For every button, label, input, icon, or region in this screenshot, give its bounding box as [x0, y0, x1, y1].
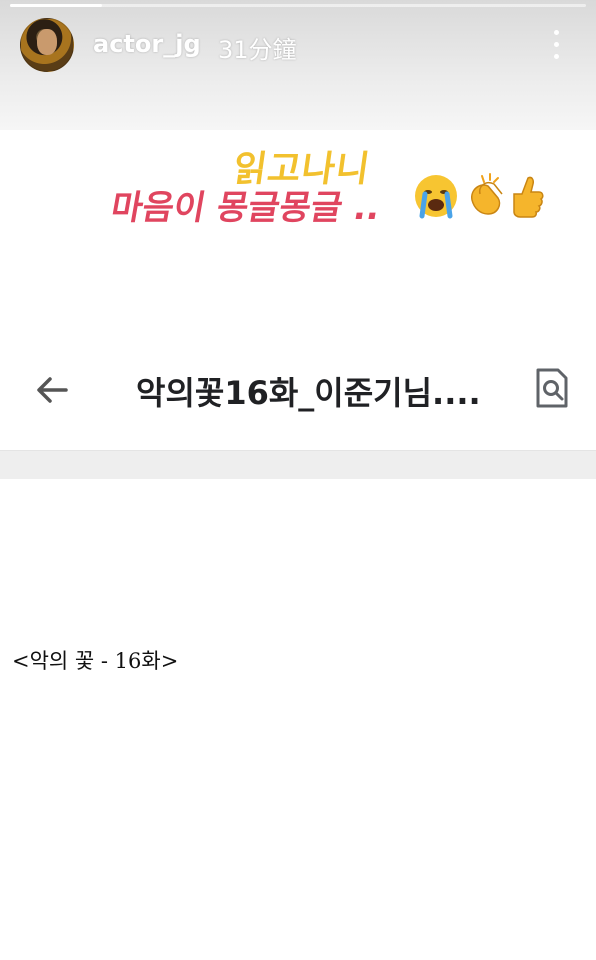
post-time: 31分鐘 — [218, 36, 297, 64]
search-document-icon[interactable] — [534, 368, 570, 408]
story-progress-fill — [10, 4, 103, 7]
story-progress-bar — [10, 4, 586, 7]
story-header-shade — [0, 0, 596, 130]
document-title: 악의꽃16화_이준기님.... — [136, 374, 481, 412]
story-text-line-2: 마음이 몽글몽글 .. — [107, 188, 384, 228]
clapping-hands-icon — [471, 173, 503, 215]
crying-face-icon — [415, 175, 457, 219]
document-page — [0, 479, 596, 960]
username[interactable]: actor_jg — [93, 30, 201, 58]
document-separator — [0, 451, 596, 479]
avatar-face — [37, 29, 57, 55]
avatar[interactable] — [20, 18, 74, 72]
back-arrow-icon[interactable] — [34, 372, 74, 408]
more-options-icon[interactable] — [546, 28, 566, 62]
thumbs-up-icon — [513, 176, 544, 218]
document-heading: <악의 꽃 - 16화> — [12, 649, 179, 673]
